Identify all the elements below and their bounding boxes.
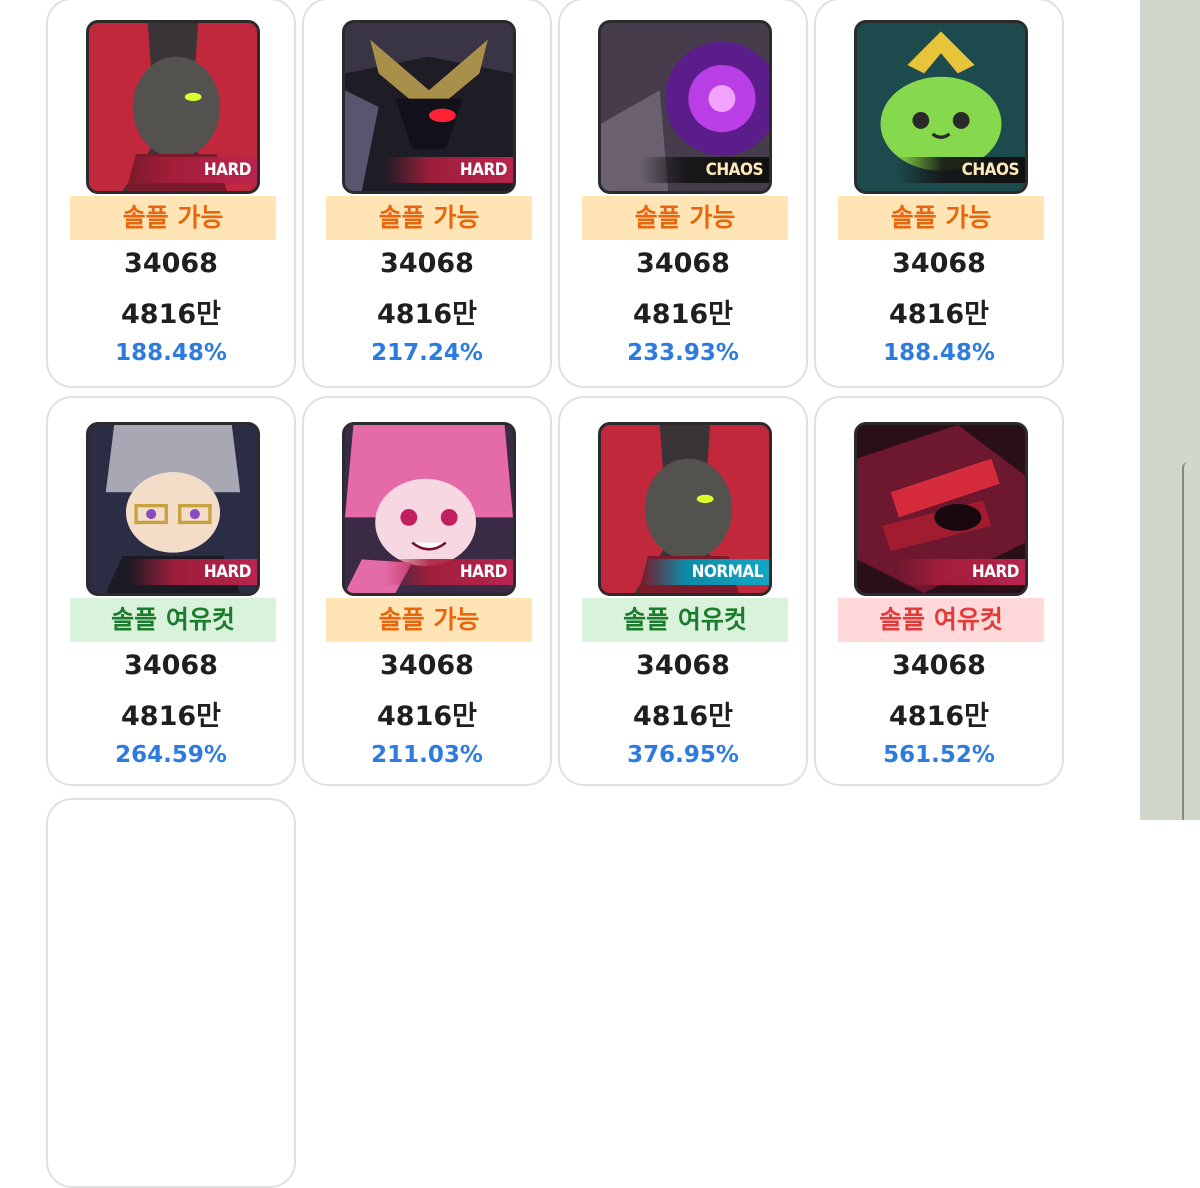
combat-power-value: 4816만 [121, 701, 221, 732]
boss-card[interactable]: HARD 솔플 가능 34068 4816만 217.24% [302, 0, 552, 388]
required-stat-value: 34068 [124, 248, 218, 279]
boss-card[interactable]: CHAOS 솔플 가능 34068 4816만 233.93% [558, 0, 808, 388]
boss-portrait: HARD [86, 422, 260, 596]
combat-power-value: 4816만 [121, 299, 221, 330]
boss-portrait: HARD [86, 20, 260, 194]
percent-value: 264.59% [115, 742, 227, 768]
percent-value: 561.52% [883, 742, 995, 768]
boss-card[interactable]: HARD 솔플 여유컷 34068 4816만 561.52% [814, 396, 1064, 786]
combat-power-value: 4816만 [377, 701, 477, 732]
difficulty-badge: HARD [385, 157, 513, 183]
percent-value: 188.48% [883, 340, 995, 366]
combat-power-value: 4816만 [633, 701, 733, 732]
solo-status-label: 솔플 가능 [326, 598, 532, 642]
boss-portrait: HARD [342, 20, 516, 194]
boss-portrait: NORMAL [598, 422, 772, 596]
solo-status-label: 솔플 가능 [838, 196, 1044, 240]
required-stat-value: 34068 [124, 650, 218, 681]
difficulty-badge: HARD [385, 559, 513, 585]
required-stat-value: 34068 [380, 650, 474, 681]
difficulty-badge: HARD [129, 157, 257, 183]
boss-card[interactable]: NORMAL 솔플 여유컷 34068 4816만 376.95% [558, 396, 808, 786]
difficulty-badge: HARD [129, 559, 257, 585]
combat-power-value: 4816만 [889, 701, 989, 732]
solo-status-label: 솔플 가능 [326, 196, 532, 240]
percent-value: 188.48% [115, 340, 227, 366]
solo-status-label: 솔플 여유컷 [838, 598, 1044, 642]
boss-grid: HARD 솔플 가능 34068 4816만 188.48% HARD 솔플 가… [0, 0, 1140, 1188]
boss-portrait: CHAOS [854, 20, 1028, 194]
solo-status-label: 솔플 가능 [582, 196, 788, 240]
required-stat-value: 34068 [636, 650, 730, 681]
percent-value: 211.03% [371, 742, 483, 768]
difficulty-badge: HARD [897, 559, 1025, 585]
required-stat-value: 34068 [636, 248, 730, 279]
percent-value: 376.95% [627, 742, 739, 768]
boss-card[interactable]: CHAOS 솔플 가능 34068 4816만 188.48% [814, 0, 1064, 388]
difficulty-badge: CHAOS [641, 157, 769, 183]
scrollbar[interactable] [1182, 462, 1192, 820]
difficulty-badge: CHAOS [897, 157, 1025, 183]
solo-status-label: 솔플 여유컷 [70, 598, 276, 642]
boss-card[interactable]: HARD 솔플 여유컷 34068 4816만 264.59% [46, 396, 296, 786]
combat-power-value: 4816만 [889, 299, 989, 330]
boss-portrait: HARD [342, 422, 516, 596]
solo-status-label: 솔플 여유컷 [582, 598, 788, 642]
percent-value: 233.93% [627, 340, 739, 366]
combat-power-value: 4816만 [377, 299, 477, 330]
percent-value: 217.24% [371, 340, 483, 366]
required-stat-value: 34068 [380, 248, 474, 279]
boss-card[interactable] [46, 798, 296, 1188]
difficulty-badge: NORMAL [641, 559, 769, 585]
required-stat-value: 34068 [892, 248, 986, 279]
solo-status-label: 솔플 가능 [70, 196, 276, 240]
boss-portrait: CHAOS [598, 20, 772, 194]
combat-power-value: 4816만 [633, 299, 733, 330]
boss-portrait: HARD [854, 422, 1028, 596]
boss-card[interactable]: HARD 솔플 가능 34068 4816만 188.48% [46, 0, 296, 388]
boss-card[interactable]: HARD 솔플 가능 34068 4816만 211.03% [302, 396, 552, 786]
required-stat-value: 34068 [892, 650, 986, 681]
